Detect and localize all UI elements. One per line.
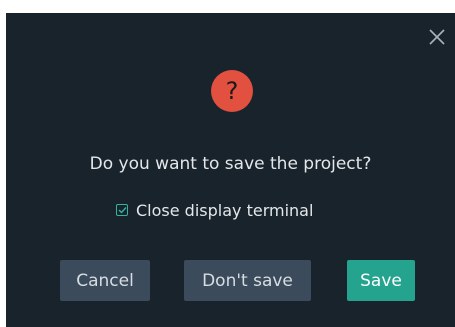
cancel-button[interactable]: Cancel [60,260,150,301]
close-display-terminal-checkbox[interactable] [116,204,128,216]
close-button[interactable] [429,29,445,45]
checkbox-label: Close display terminal [136,200,314,220]
save-button[interactable]: Save [347,260,415,301]
save-project-dialog: ? Do you want to save the project? Close… [6,13,455,327]
close-icon [429,29,445,45]
dont-save-button[interactable]: Don't save [184,260,311,301]
close-display-terminal-option[interactable]: Close display terminal [116,199,313,221]
checkmark-icon [118,207,127,214]
help-icon: ? [211,70,253,112]
dialog-message: Do you want to save the project? [89,154,372,174]
